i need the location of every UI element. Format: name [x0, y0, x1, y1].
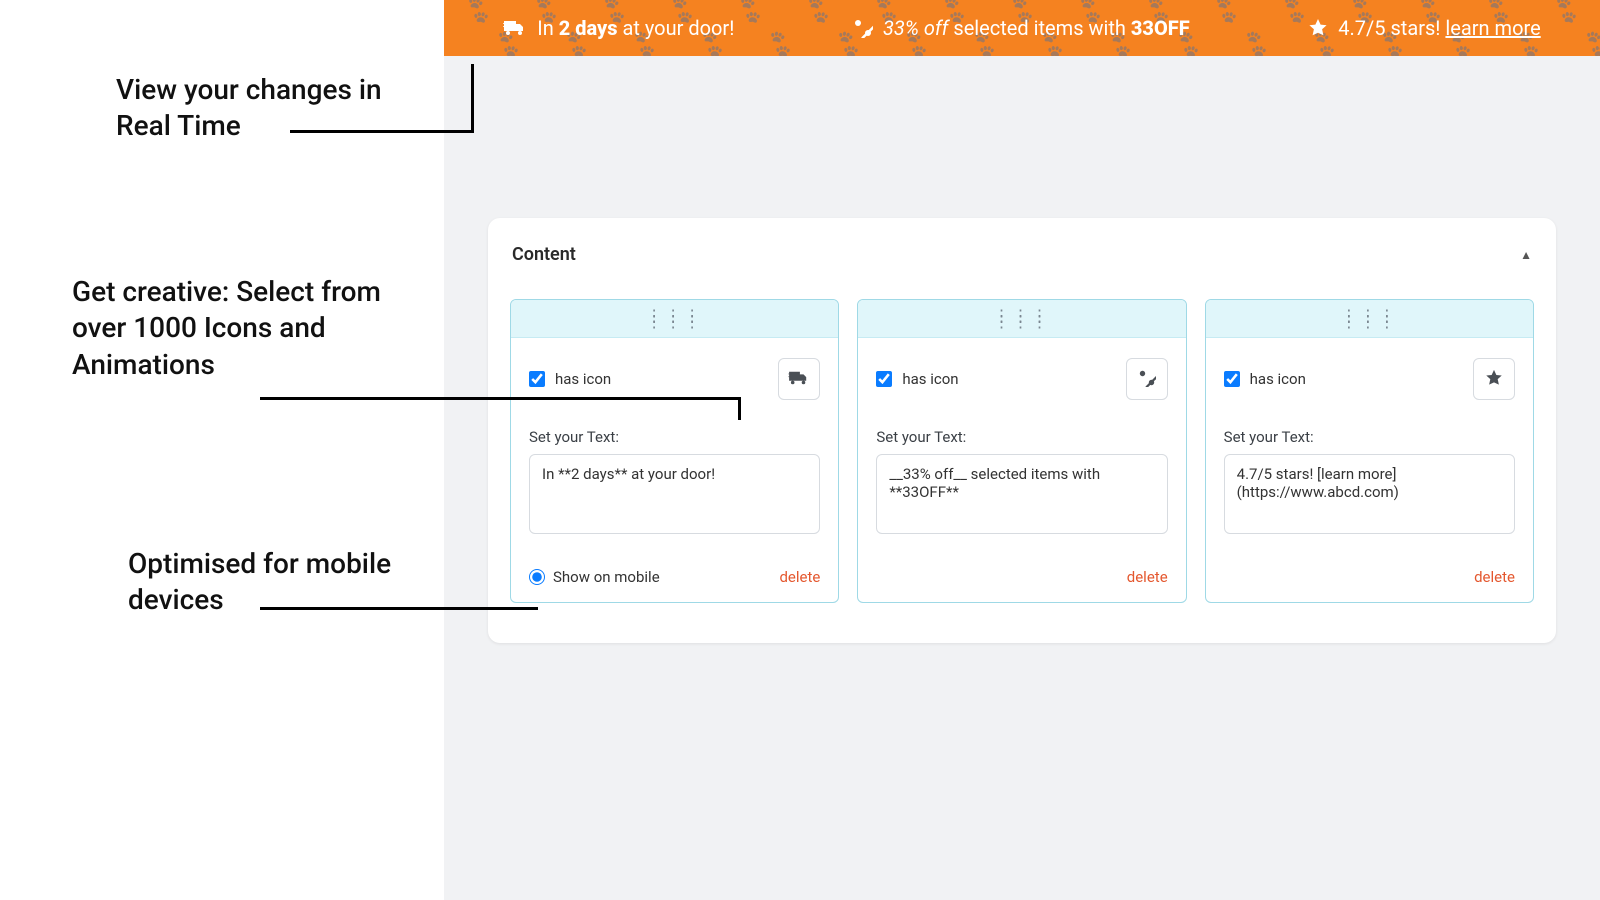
delete-button[interactable]: delete — [1127, 568, 1168, 586]
star-icon — [1485, 369, 1503, 390]
icon-picker-button[interactable] — [1473, 358, 1515, 400]
has-icon-checkbox[interactable] — [529, 371, 545, 387]
panel-header[interactable]: Content ▲ — [508, 244, 1536, 265]
panel-title: Content — [512, 244, 576, 265]
banner-text-input[interactable] — [1224, 454, 1515, 534]
annotation-icons: Get creative: Select from over 1000 Icon… — [72, 274, 432, 383]
connector-line — [260, 607, 538, 610]
card-drag-handle[interactable]: ⋮⋮⋮⋮⋮⋮ — [1206, 300, 1533, 338]
content-panel: Content ▲ ⋮⋮⋮⋮⋮⋮ has icon — [488, 218, 1556, 643]
delete-button[interactable]: delete — [1474, 568, 1515, 586]
has-icon-label: has icon — [902, 370, 958, 388]
connector-line — [738, 397, 741, 420]
connector-line — [260, 397, 740, 400]
icon-picker-button[interactable] — [778, 358, 820, 400]
annotation-column: View your changes in Real Time Get creat… — [0, 0, 444, 900]
truck-icon — [503, 18, 527, 38]
banner-text-input[interactable] — [529, 454, 820, 534]
show-on-mobile-option[interactable]: Show on mobile — [529, 568, 660, 586]
announcement-banner: 🐾🐾🐾🐾🐾🐾🐾🐾🐾🐾🐾🐾🐾🐾🐾🐾🐾 🐾🐾🐾🐾🐾🐾🐾🐾🐾🐾🐾🐾🐾🐾🐾🐾🐾 In 2… — [444, 0, 1600, 56]
banner-item-1: In 2 days at your door! — [503, 16, 734, 40]
banner-text-3: 4.7/5 stars! learn more — [1338, 16, 1540, 40]
show-on-mobile-radio[interactable] — [529, 569, 545, 585]
has-icon-option[interactable]: has icon — [876, 370, 958, 388]
cards-container: ⋮⋮⋮⋮⋮⋮ has icon Set yo — [508, 299, 1536, 603]
banner-text-2: 33% off selected items with 33OFF — [883, 16, 1190, 40]
card-drag-handle[interactable]: ⋮⋮⋮⋮⋮⋮ — [511, 300, 838, 338]
star-icon — [1308, 18, 1328, 38]
banner-item-2: 33% off selected items with 33OFF — [853, 16, 1190, 40]
has-icon-checkbox[interactable] — [876, 371, 892, 387]
text-field-label: Set your Text: — [529, 428, 820, 446]
content-card: ⋮⋮⋮⋮⋮⋮ has icon Set yo — [857, 299, 1186, 603]
has-icon-label: has icon — [555, 370, 611, 388]
connector-line — [290, 130, 474, 133]
card-drag-handle[interactable]: ⋮⋮⋮⋮⋮⋮ — [858, 300, 1185, 338]
banner-text-1: In 2 days at your door! — [537, 16, 734, 40]
banner-item-3: 4.7/5 stars! learn more — [1308, 16, 1540, 40]
icon-picker-button[interactable] — [1126, 358, 1168, 400]
content-card: ⋮⋮⋮⋮⋮⋮ has icon Set yo — [1205, 299, 1534, 603]
annotation-realtime: View your changes in Real Time — [116, 72, 416, 145]
show-on-mobile-label: Show on mobile — [553, 568, 660, 586]
text-field-label: Set your Text: — [1224, 428, 1515, 446]
has-icon-checkbox[interactable] — [1224, 371, 1240, 387]
connector-line — [471, 64, 474, 133]
grip-icon: ⋮⋮⋮⋮⋮⋮ — [993, 313, 1050, 325]
text-field-label: Set your Text: — [876, 428, 1167, 446]
has-icon-option[interactable]: has icon — [529, 370, 611, 388]
preview-area: 🐾🐾🐾🐾🐾🐾🐾🐾🐾🐾🐾🐾🐾🐾🐾🐾🐾 🐾🐾🐾🐾🐾🐾🐾🐾🐾🐾🐾🐾🐾🐾🐾🐾🐾 In 2… — [444, 0, 1600, 900]
delete-button[interactable]: delete — [779, 568, 820, 586]
has-icon-option[interactable]: has icon — [1224, 370, 1306, 388]
content-card: ⋮⋮⋮⋮⋮⋮ has icon Set yo — [510, 299, 839, 603]
grip-icon: ⋮⋮⋮⋮⋮⋮ — [646, 313, 703, 325]
collapse-icon[interactable]: ▲ — [1520, 248, 1532, 262]
banner-text-input[interactable] — [876, 454, 1167, 534]
has-icon-label: has icon — [1250, 370, 1306, 388]
truck-icon — [788, 369, 810, 390]
percent-icon — [1138, 369, 1156, 390]
grip-icon: ⋮⋮⋮⋮⋮⋮ — [1341, 313, 1398, 325]
percent-icon — [853, 18, 873, 38]
